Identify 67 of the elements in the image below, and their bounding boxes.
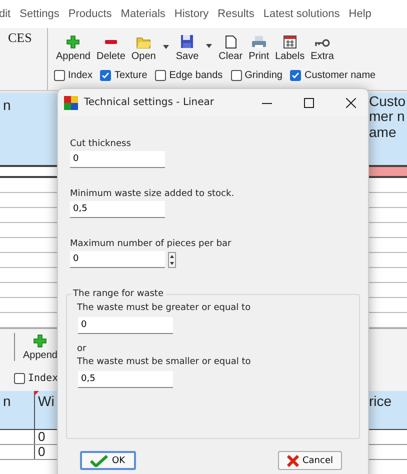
or-label: or [77, 344, 88, 354]
toolbar-button[interactable]: Delete [94, 35, 128, 62]
checkbox[interactable] [290, 70, 302, 80]
printer-icon [250, 35, 267, 49]
ok-button[interactable]: OK [80, 451, 136, 470]
column-header[interactable]: Wi [34, 391, 54, 429]
field-label: Minimum waste size added to stock. [70, 189, 236, 199]
toolbar-button[interactable]: Append [21, 334, 60, 360]
toolbar-button[interactable]: Clear [216, 35, 245, 62]
field-label: Maximum number of pieces per bar [70, 239, 232, 249]
checkbox-label: Customer name [304, 70, 376, 80]
plus-icon [33, 334, 48, 348]
toolbar-button[interactable]: Print [246, 35, 272, 62]
menu-item[interactable]: Materials [120, 8, 166, 20]
key-icon [314, 37, 330, 49]
table-cell: 0 [34, 445, 46, 459]
toolbar-button[interactable]: Labels [273, 34, 307, 62]
checkbox[interactable] [230, 70, 242, 80]
checkbox-label: Index [28, 372, 58, 384]
toolbar-button[interactable]: Save [174, 34, 215, 62]
input-field[interactable]: 0 [78, 317, 173, 334]
toolbar-button[interactable]: Open [129, 35, 172, 62]
spinner-icon[interactable] [168, 252, 176, 268]
checkbox[interactable] [14, 372, 25, 384]
cross-icon [286, 454, 298, 466]
checkmark-icon [90, 454, 108, 466]
app-icon [64, 96, 78, 110]
checkbox-label: Edge bands [169, 70, 223, 80]
input-field[interactable]: 0 [70, 251, 165, 268]
column-header[interactable]: Customer name [369, 93, 407, 140]
panel-title: CES [8, 30, 32, 45]
menu-item[interactable]: History [174, 8, 209, 20]
dropdown-arrow-icon[interactable] [206, 44, 212, 48]
close-icon[interactable] [346, 98, 356, 108]
toolbar-button[interactable]: Append [54, 35, 92, 62]
input-field[interactable]: 0 [70, 151, 165, 168]
window-title: Technical settings - Linear [84, 97, 216, 108]
menu-item[interactable]: Help [348, 8, 372, 20]
calendar-icon [282, 34, 297, 49]
input-field[interactable]: 0,5 [70, 201, 165, 218]
column-header[interactable]: rice [369, 391, 407, 429]
dropdown-arrow-icon[interactable] [162, 45, 169, 49]
page-icon [224, 35, 237, 49]
folder-icon [136, 35, 152, 49]
menu-item[interactable]: Products [68, 8, 112, 20]
field-label: The waste must be smaller or equal to [77, 357, 252, 367]
menu-item[interactable]: Settings [20, 8, 60, 20]
input-field[interactable]: 0,5 [78, 371, 173, 388]
floppy-icon [180, 34, 194, 49]
maximize-icon[interactable] [304, 98, 314, 108]
menu-item[interactable]: Latest solutions [263, 8, 340, 20]
checkbox-label: Texture [114, 70, 148, 80]
toolbar-button[interactable]: Extra [308, 37, 336, 62]
column-header[interactable]: n [0, 391, 34, 429]
checkbox[interactable] [54, 70, 65, 80]
column-header[interactable]: n [0, 93, 11, 113]
menu-item[interactable]: Results [218, 8, 254, 20]
checkbox-label: Index [68, 70, 92, 80]
table-cell: 0 [34, 430, 46, 444]
checkbox-label: Grinding [244, 70, 282, 80]
group-title: The range for waste [72, 289, 164, 299]
field-label: Cut thickness [70, 139, 132, 149]
checkbox[interactable] [100, 70, 112, 80]
plus-icon [66, 35, 80, 49]
field-label: The waste must be greater or equal to [77, 303, 252, 313]
checkbox[interactable] [155, 70, 166, 80]
cancel-button[interactable]: Cancel [278, 451, 342, 470]
